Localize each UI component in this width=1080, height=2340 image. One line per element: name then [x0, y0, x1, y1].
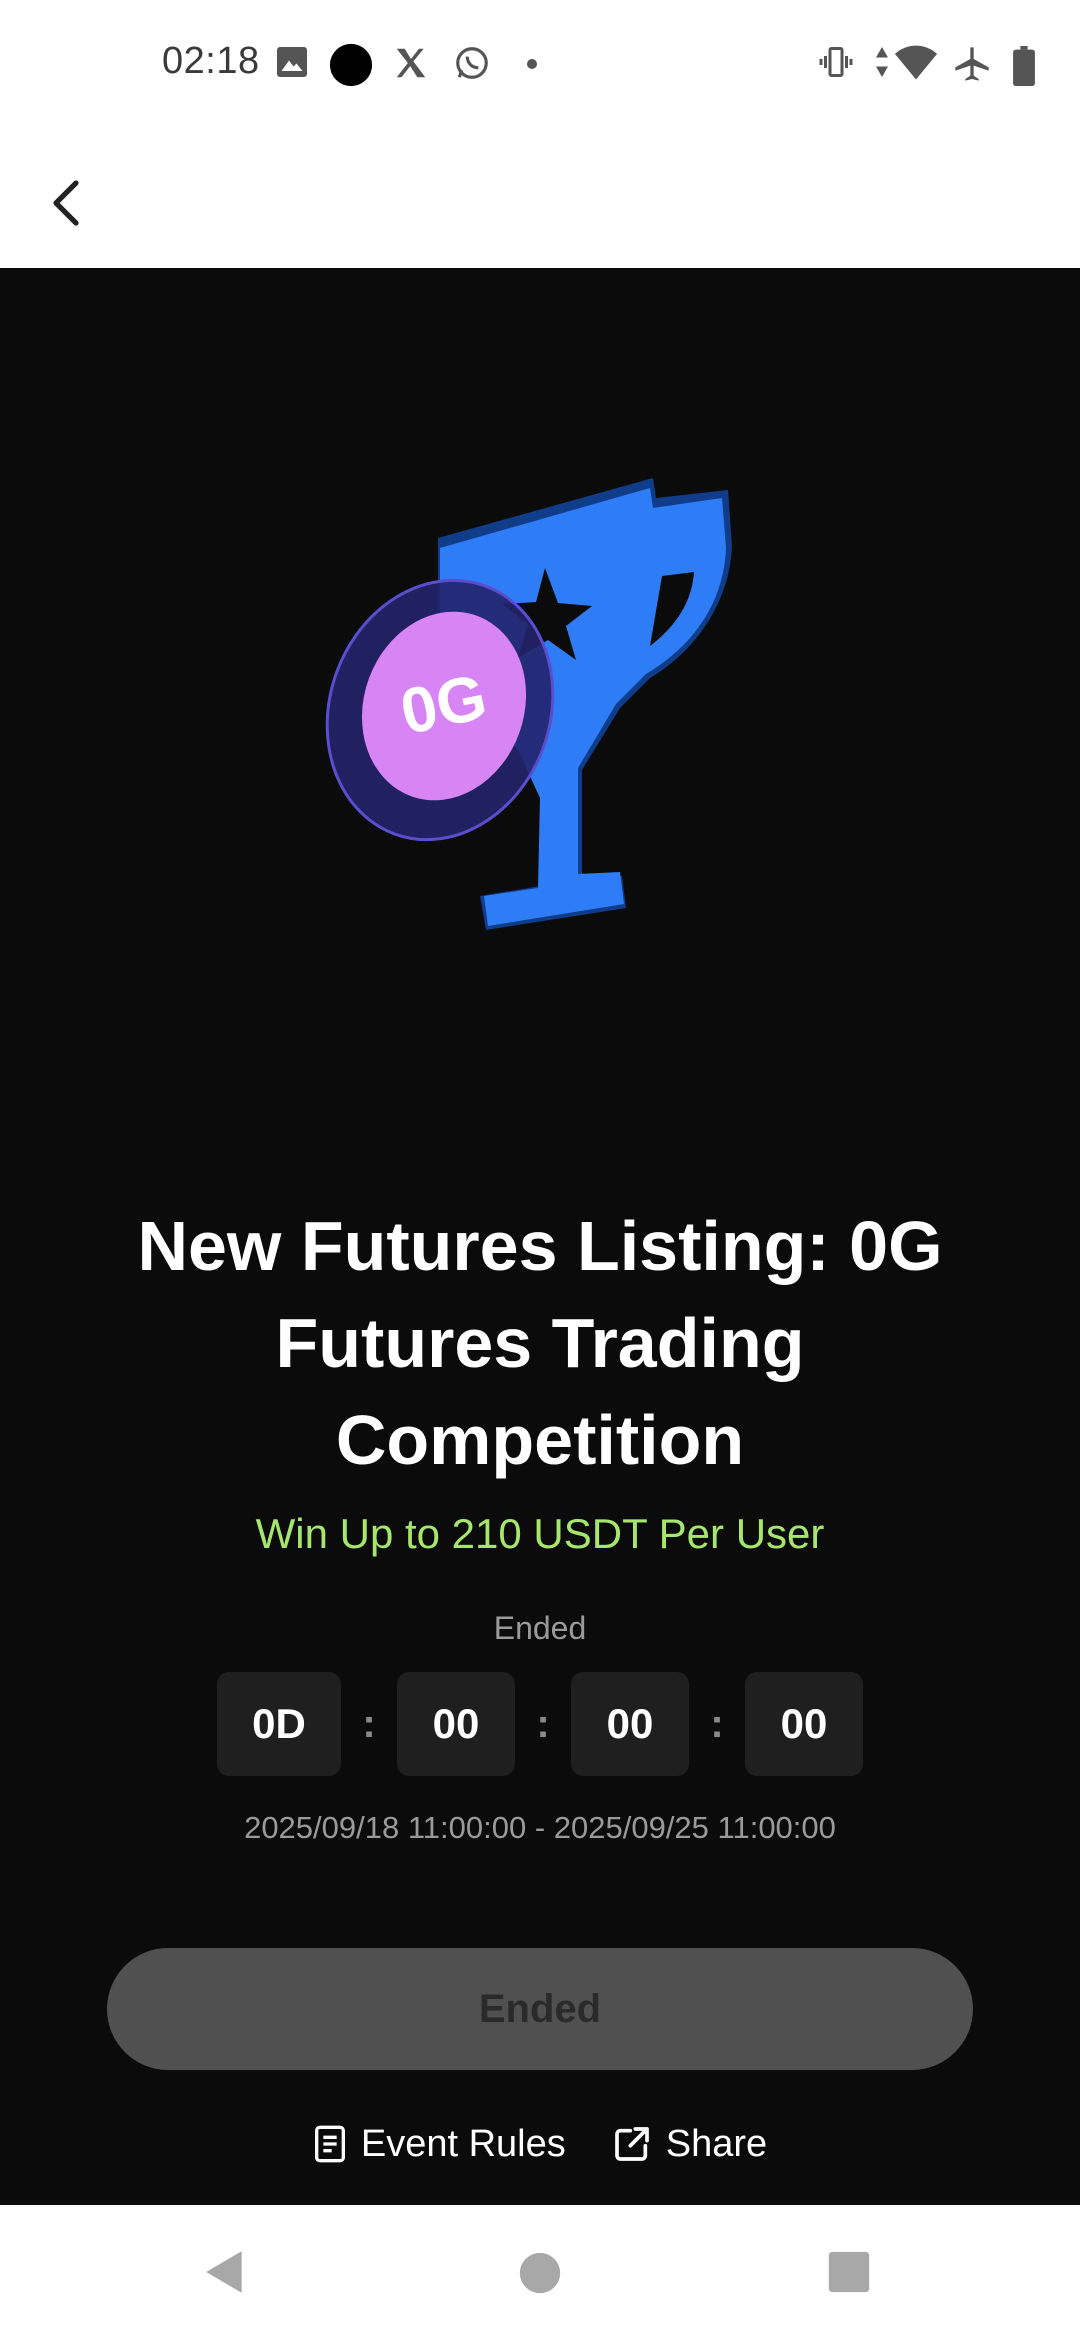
countdown-days: 0D [217, 1672, 341, 1776]
trophy-coin-illustration: 0G [325, 478, 732, 930]
battery-icon [1013, 46, 1035, 86]
image-icon [277, 47, 307, 77]
status-time: 02:18 [162, 40, 260, 82]
share-icon [614, 2127, 649, 2161]
back-triangle-icon[interactable] [200, 2247, 250, 2297]
event-status-label: Ended [493, 1610, 587, 1646]
dot-icon [527, 59, 537, 69]
event-panel: 0G New Futures Listing: 0G Futures Tradi… [0, 268, 1080, 2205]
share-link[interactable]: Share [612, 2123, 767, 2166]
chevron-left-icon [53, 180, 79, 226]
countdown-separator: : [362, 1701, 376, 1746]
x-icon [396, 48, 426, 78]
app-bar [0, 135, 1080, 268]
event-date-range: 2025/09/18 11:00:00 - 2025/09/25 11:00:0… [244, 1810, 836, 1845]
document-icon [314, 2125, 345, 2163]
status-bar: 02:18 [0, 0, 1080, 135]
system-nav-bar [0, 2205, 1080, 2340]
ended-button[interactable]: Ended [107, 1948, 973, 2070]
event-title: New Futures Listing: 0G Futures Trading … [137, 1207, 943, 1479]
vibrate-icon [819, 47, 853, 77]
share-label: Share [665, 2122, 768, 2165]
wifi-icon [894, 45, 938, 80]
whatsapp-icon [456, 47, 488, 79]
recents-square-icon[interactable] [827, 2250, 871, 2294]
app-circle-icon [329, 43, 373, 87]
countdown-seconds: 00 [745, 1672, 863, 1776]
countdown-separator: : [536, 1701, 550, 1746]
countdown-minutes: 00 [571, 1672, 689, 1776]
event-rules-link[interactable]: Event Rules [313, 2123, 566, 2166]
home-circle-icon[interactable] [518, 2251, 562, 2295]
countdown-timer: 0D : 00 : 00 : 00 [0, 1672, 1080, 1776]
airplane-icon [955, 47, 989, 81]
back-button[interactable] [30, 165, 106, 241]
countdown-separator: : [710, 1701, 724, 1746]
event-links: Event Rules Share [0, 2114, 1080, 2174]
countdown-hours: 00 [397, 1672, 515, 1776]
event-subtitle: Win Up to 210 USDT Per User [255, 1510, 825, 1557]
event-rules-label: Event Rules [360, 2122, 566, 2165]
data-arrows-icon [876, 47, 888, 77]
